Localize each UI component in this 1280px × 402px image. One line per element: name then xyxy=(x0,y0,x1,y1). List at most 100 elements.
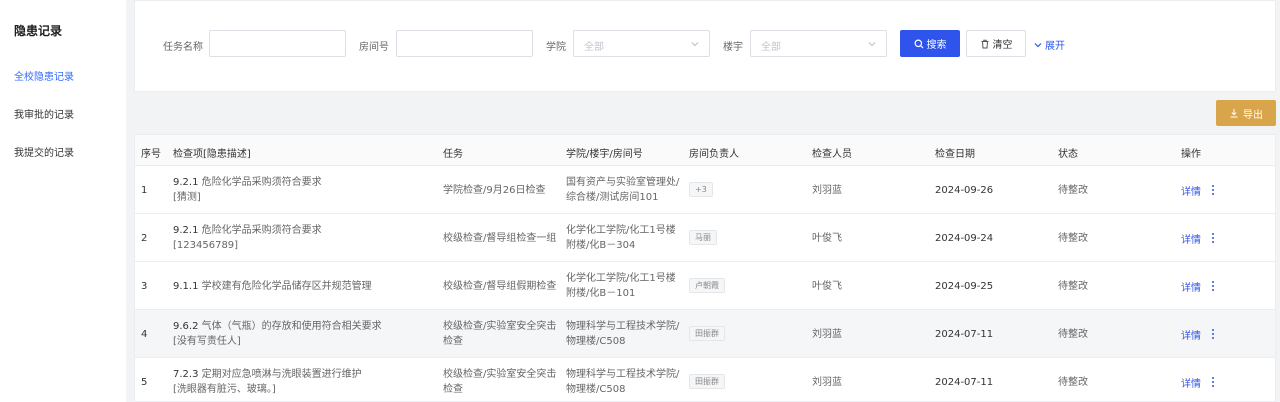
building-select[interactable]: 全部 xyxy=(750,30,887,57)
item-code: 9.2.1 xyxy=(173,177,199,188)
expand-link[interactable]: 展开 xyxy=(1033,37,1065,52)
column-header-inspector: 检查人员 xyxy=(812,149,852,160)
item-code: 9.2.1 xyxy=(173,225,199,236)
row-status: 待整改 xyxy=(1058,185,1088,196)
row-date: 2024-07-11 xyxy=(935,377,994,388)
item-title: 学校建有危险化学品储存区并规范管理 xyxy=(201,281,372,292)
row-check-item: 9.6.2 气体（气瓶）的存放和使用符合相关要求 [没有写责任人] xyxy=(173,319,382,349)
sidebar: 隐患记录 全校隐患记录 我审批的记录 我提交的记录 xyxy=(0,0,126,402)
sidebar-item-approved-records[interactable]: 我审批的记录 xyxy=(14,106,74,121)
task-line: 校级检查/实验室安全突击 xyxy=(443,369,557,380)
more-vertical-icon[interactable] xyxy=(1209,279,1217,293)
row-task: 校级检查/实验室安全突击 检查 xyxy=(443,367,556,397)
college-select[interactable]: 全部 xyxy=(573,30,710,57)
clear-button-label: 清空 xyxy=(992,40,1013,51)
row-inspector: 叶俊飞 xyxy=(812,281,842,292)
table-row: 4 9.6.2 气体（气瓶）的存放和使用符合相关要求 [没有写责任人] 校级检查… xyxy=(135,310,1275,358)
row-location: 物理科学与工程技术学院/ 物理楼/C508 xyxy=(566,367,679,397)
row-check-item: 7.2.3 定期对应急喷淋与洗眼装置进行维护 [洗眼器有脏污、玻璃。] xyxy=(173,367,362,397)
row-inspector: 叶俊飞 xyxy=(812,233,842,244)
row-index: 1 xyxy=(141,185,148,196)
row-check-item: 9.1.1 学校建有危险化学品储存区并规范管理 xyxy=(173,279,372,294)
task-line: 检查 xyxy=(443,336,463,347)
column-header-index: 序号 xyxy=(141,149,161,160)
task-name-label: 任务名称 xyxy=(163,42,203,53)
row-date: 2024-07-11 xyxy=(935,329,994,340)
export-button[interactable]: 导出 xyxy=(1216,100,1276,126)
more-vertical-icon[interactable] xyxy=(1209,231,1217,245)
table-header: 序号 检查项[隐患描述] 任务 学院/楼宇/房间号 房间负责人 检查人员 检查日… xyxy=(135,135,1275,166)
location-line: 物理科学与工程技术学院/ xyxy=(566,369,680,380)
export-button-label: 导出 xyxy=(1243,109,1263,121)
detail-link[interactable]: 详情 xyxy=(1181,375,1201,390)
sidebar-item-submitted-records[interactable]: 我提交的记录 xyxy=(14,144,74,159)
row-index: 5 xyxy=(141,377,148,388)
more-vertical-icon[interactable] xyxy=(1209,375,1217,389)
row-index: 3 xyxy=(141,281,148,292)
sidebar-item-all-records[interactable]: 全校隐患记录 xyxy=(14,68,74,83)
item-code: 7.2.3 xyxy=(173,369,199,380)
detail-link[interactable]: 详情 xyxy=(1181,327,1201,342)
item-description: [猜测] xyxy=(173,192,201,203)
row-date: 2024-09-24 xyxy=(935,233,994,244)
detail-link[interactable]: 详情 xyxy=(1181,183,1201,198)
column-header-date: 检查日期 xyxy=(935,149,975,160)
college-select-value: 全部 xyxy=(584,42,604,53)
table-row: 3 9.1.1 学校建有危险化学品储存区并规范管理 校级检查/督导组假期检查 化… xyxy=(135,262,1275,310)
location-line: 国有资产与实验室管理处/ xyxy=(566,177,680,188)
row-status: 待整改 xyxy=(1058,377,1088,388)
row-task: 校级检查/督导组假期检查 xyxy=(443,279,556,294)
owner-tag: 田振群 xyxy=(689,326,725,341)
item-description: [洗眼器有脏污、玻璃。] xyxy=(173,384,276,395)
item-title: 气体（气瓶）的存放和使用符合相关要求 xyxy=(201,321,382,332)
chevron-down-icon xyxy=(1034,42,1042,47)
row-status: 待整改 xyxy=(1058,281,1088,292)
owner-tag: 卢朝霞 xyxy=(689,278,725,293)
clear-button[interactable]: 清空 xyxy=(966,30,1026,57)
more-vertical-icon[interactable] xyxy=(1209,327,1217,341)
item-title: 危险化学品采购须符合要求 xyxy=(201,225,322,236)
row-status: 待整改 xyxy=(1058,233,1088,244)
more-vertical-icon[interactable] xyxy=(1209,183,1217,197)
row-date: 2024-09-25 xyxy=(935,281,994,292)
table-row: 5 7.2.3 定期对应急喷淋与洗眼装置进行维护 [洗眼器有脏污、玻璃。] 校级… xyxy=(135,358,1275,401)
column-header-location: 学院/楼宇/房间号 xyxy=(566,149,643,160)
item-code: 9.6.2 xyxy=(173,321,199,332)
room-input[interactable] xyxy=(396,30,533,57)
column-header-task: 任务 xyxy=(443,149,463,160)
location-line: 物理科学与工程技术学院/ xyxy=(566,321,680,332)
task-line: 学院检查/9月26日检查 xyxy=(443,185,546,196)
column-header-actions: 操作 xyxy=(1181,149,1201,160)
task-name-input[interactable] xyxy=(209,30,346,57)
chevron-down-icon xyxy=(868,42,876,47)
room-label: 房间号 xyxy=(359,42,389,53)
table-row: 1 9.2.1 危险化学品采购须符合要求 [猜测] 学院检查/9月26日检查 国… xyxy=(135,166,1275,214)
detail-link[interactable]: 详情 xyxy=(1181,279,1201,294)
task-line: 校级检查/督导组假期检查 xyxy=(443,281,557,292)
row-index: 4 xyxy=(141,329,148,340)
column-header-owner: 房间负责人 xyxy=(689,149,739,160)
search-button[interactable]: 搜索 xyxy=(900,30,960,57)
task-line: 校级检查/督导组检查一组 xyxy=(443,233,557,244)
location-line: 附楼/化B－304 xyxy=(566,240,636,251)
sidebar-title: 隐患记录 xyxy=(14,24,63,38)
location-line: 综合楼/测试房间101 xyxy=(566,192,659,203)
table-row: 2 9.2.1 危险化学品采购须符合要求 [123456789] 校级检查/督导… xyxy=(135,214,1275,262)
column-header-status: 状态 xyxy=(1058,149,1078,160)
detail-link[interactable]: 详情 xyxy=(1181,231,1201,246)
owner-tag[interactable]: +3 xyxy=(689,182,713,197)
row-check-item: 9.2.1 危险化学品采购须符合要求 [123456789] xyxy=(173,223,322,253)
search-button-label: 搜索 xyxy=(926,40,947,51)
row-task: 校级检查/督导组检查一组 xyxy=(443,231,556,246)
owner-tag: 田振群 xyxy=(689,374,725,389)
row-inspector: 刘羽蓝 xyxy=(812,185,842,196)
location-line: 物理楼/C508 xyxy=(566,384,626,395)
owner-tag: 马丽 xyxy=(689,230,717,245)
row-index: 2 xyxy=(141,233,148,244)
building-select-value: 全部 xyxy=(761,42,781,53)
location-line: 化学化工学院/化工1号楼 xyxy=(566,273,676,284)
filter-panel: 任务名称 房间号 学院 全部 楼宇 全部 搜索 清空 展开 xyxy=(134,0,1276,92)
row-inspector: 刘羽蓝 xyxy=(812,377,842,388)
item-description: [没有写责任人] xyxy=(173,336,241,347)
row-check-item: 9.2.1 危险化学品采购须符合要求 [猜测] xyxy=(173,175,322,205)
